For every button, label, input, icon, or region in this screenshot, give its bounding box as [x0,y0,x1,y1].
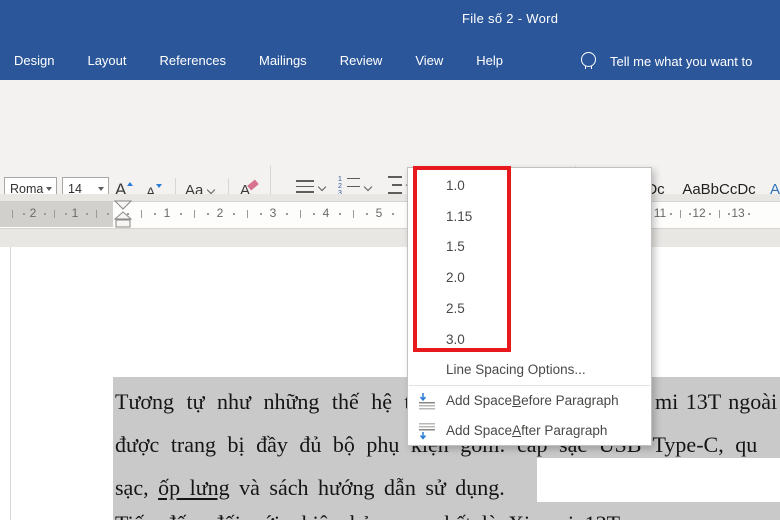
tab-references[interactable]: References [160,53,226,68]
document-text-line[interactable]: sạc, ốp lưng và sách hướng dẫn sử dụng. [115,473,505,503]
chevron-down-icon[interactable] [207,185,216,195]
ruler-tick [43,213,46,215]
tab-review[interactable]: Review [340,53,383,68]
ruler-tick [54,210,55,218]
clipped-text-line[interactable]: Tiếp đến, đối với phiên bản cao nhất là … [115,509,775,520]
add-space-before-item[interactable]: Add Space Before Paragraph [408,386,651,416]
ruler-number: 4 [322,206,330,220]
ruler-tick [365,213,368,215]
ruler-number: 12 [692,206,706,220]
ribbon: Roma 14 A A Aa A abe X 2 X [0,80,780,269]
ruler-tick [64,213,67,215]
text-segment: và sách hướng dẫn sử dụng. [229,475,505,500]
text-segment: sạc, [115,475,159,500]
add-space-after-icon [419,422,435,440]
multilevel-list-icon [384,176,402,194]
chevron-down-icon[interactable] [317,182,327,191]
underlined-text: ốp lưng [158,475,230,500]
title-bar: File số 2 - Word [0,0,780,40]
menu-item-label: Add Space [446,423,513,439]
add-space-before-icon [419,392,435,410]
ruler-tick [106,213,109,215]
ruler-tick [246,210,248,218]
chevron-down-icon[interactable] [363,182,373,191]
tab-mailings[interactable]: Mailings [259,53,307,68]
ruler-number: 2 [216,206,224,220]
ruler-number: 3 [269,206,277,220]
annotation-red-box [413,166,511,352]
ruler-tick [286,213,289,215]
ruler-tick [22,213,25,215]
ruler-tick [352,210,354,218]
tab-layout[interactable]: Layout [87,53,126,68]
ruler-tick [669,213,672,215]
tell-me-input[interactable]: Tell me what you want to [610,54,752,69]
tab-help[interactable]: Help [476,53,503,68]
ruler-tick [206,213,209,215]
ruler-tick [85,213,88,215]
ruler-tick [233,213,236,215]
ruler-tick [12,210,13,218]
menu-item-label: Line Spacing Options... [446,362,586,378]
ruler-tick [299,210,301,218]
numbered-list-lines [346,177,360,196]
ruler-tick [708,213,711,215]
dropdown-arrow-icon[interactable] [98,187,104,191]
ruler-number: 5 [375,206,383,220]
vertical-ruler-edge [10,247,11,520]
ruler-number: 11 [653,206,667,220]
ruler-tick [180,213,183,215]
tab-design[interactable]: Design [14,53,54,68]
ruler-tick [392,213,395,215]
document-text-line[interactable]: mi 13T ngoài [655,387,777,417]
shrink-arrow-icon [156,184,163,188]
ruler-number: 1 [71,206,79,220]
document-text-line[interactable]: Tương tự như những thế hệ t [115,387,411,417]
ruler-tick [312,213,315,215]
ruler-number: 1 [163,206,171,220]
ruler-tick [679,210,681,218]
ruler-number: 2 [29,206,37,220]
line-spacing-options-item[interactable]: Line Spacing Options... [408,355,651,385]
document-text-line: Tiếp đến, đối với phiên bản cao nhất là … [115,509,775,520]
indent-markers-icon[interactable] [110,199,136,231]
ruler-tick [193,210,195,218]
ruler-tick [747,213,750,215]
word-window: File số 2 - Word Design Layout References M… [0,0,780,520]
ruler-tick [718,210,720,218]
ruler-tick [140,210,142,218]
bullet-list-icon [296,180,314,193]
ruler-tick [153,213,156,215]
ruler-tick [96,210,97,218]
ruler-number: 13 [731,206,745,220]
ruler-tick [689,213,692,215]
grow-arrow-icon [127,182,134,186]
window-title: File số 2 - Word [462,11,559,26]
tell-me-lightbulb-icon [581,52,596,69]
menu-item-label: Add Space [446,393,513,409]
bullets-button[interactable] [296,180,327,193]
ruler-tick [339,213,342,215]
add-space-after-item[interactable]: Add Space After Paragraph [408,416,651,446]
dropdown-arrow-icon[interactable] [46,187,52,191]
ruler-tick [259,213,262,215]
ruler-tick [728,213,731,215]
tab-view[interactable]: View [415,53,443,68]
